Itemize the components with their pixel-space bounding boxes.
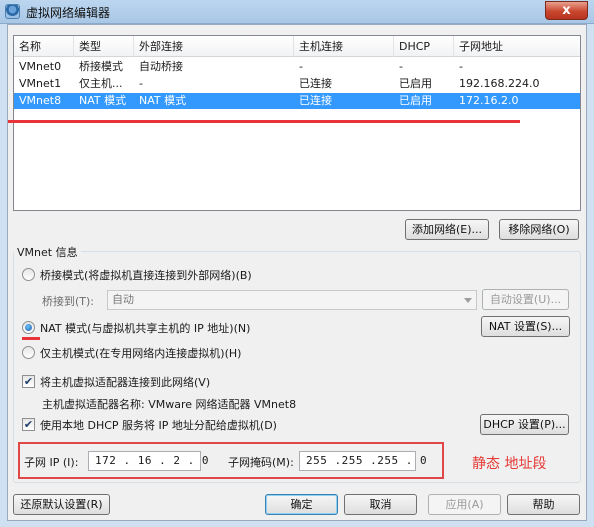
cell-host: 已连接 <box>299 77 332 90</box>
cell-subnet: 172.16.2.0 <box>459 94 519 107</box>
column-header[interactable]: 名称 <box>14 36 74 57</box>
apply-button[interactable]: 应用(A) <box>428 494 501 515</box>
network-row-vmnet8[interactable]: VMnet8 NAT 模式 NAT 模式 已连接 已启用 172.16.2.0 <box>14 93 580 109</box>
vmnet-info-title: VMnet 信息 <box>14 244 81 260</box>
cell-type: 桥接模式 <box>79 60 123 73</box>
cell-subnet: - <box>459 60 463 73</box>
bridge-mode-radio[interactable] <box>22 268 35 281</box>
list-header: 名称 类型 外部连接 主机连接 DHCP 子网地址 <box>14 36 580 57</box>
cell-external: NAT 模式 <box>139 94 187 107</box>
auto-settings-button[interactable]: 自动设置(U)... <box>482 289 569 310</box>
bridge-to-value: 自动 <box>112 293 134 306</box>
cell-subnet: 192.168.224.0 <box>459 77 540 90</box>
bridge-to-label: 桥接到(T): <box>42 295 95 308</box>
subnet-ip-label: 子网 IP (I): <box>24 456 79 469</box>
cell-name: VMnet0 <box>19 60 62 73</box>
adapter-name-text: 主机虚拟适配器名称: VMware 网络适配器 VMnet8 <box>42 398 297 411</box>
window-title: 虚拟网络编辑器 <box>26 6 111 20</box>
use-dhcp-checkbox[interactable]: ✔ <box>22 418 35 431</box>
network-editor-icon <box>5 4 20 19</box>
column-header[interactable]: DHCP <box>394 36 454 57</box>
help-button[interactable]: 帮助 <box>507 494 580 515</box>
cell-dhcp: 已启用 <box>399 94 432 107</box>
column-header[interactable]: 类型 <box>74 36 134 57</box>
bridge-mode-label[interactable]: 桥接模式(将虚拟机直接连接到外部网络)(B) <box>40 267 252 283</box>
annotation-underline-nat <box>22 337 40 340</box>
host-only-radio[interactable] <box>22 346 35 359</box>
cell-external: - <box>139 77 143 90</box>
remove-network-button[interactable]: 移除网络(O) <box>499 219 579 240</box>
nat-mode-radio[interactable] <box>22 321 35 334</box>
connect-adapter-label[interactable]: 将主机虚拟适配器连接到此网络(V) <box>40 374 210 390</box>
network-row-vmnet0[interactable]: VMnet0 桥接模式 自动桥接 - - - <box>14 59 580 75</box>
cell-type: 仅主机... <box>79 77 123 90</box>
column-header[interactable]: 子网地址 <box>454 36 580 57</box>
title-bar: 虚拟网络编辑器 x <box>0 0 594 24</box>
dhcp-settings-button[interactable]: DHCP 设置(P)... <box>480 414 569 435</box>
connect-adapter-checkbox[interactable]: ✔ <box>22 375 35 388</box>
close-button[interactable]: x <box>545 1 588 20</box>
annotation-static-range: 静态 地址段 <box>472 456 547 472</box>
host-only-label[interactable]: 仅主机模式(在专用网络内连接虚拟机)(H) <box>40 345 241 361</box>
subnet-mask-label: 子网掩码(M): <box>228 456 294 469</box>
annotation-underline-vmnet8 <box>8 120 520 123</box>
restore-defaults-button[interactable]: 还原默认设置(R) <box>13 494 110 515</box>
nat-settings-button[interactable]: NAT 设置(S)... <box>481 316 570 337</box>
column-header[interactable]: 主机连接 <box>294 36 394 57</box>
column-header[interactable]: 外部连接 <box>134 36 294 57</box>
subnet-ip-input[interactable]: 172 . 16 . 2 . 0 <box>88 451 208 471</box>
subnet-mask-input[interactable]: 255 .255 .255 . 0 <box>299 451 427 471</box>
chevron-down-icon <box>464 298 472 303</box>
bridge-to-select[interactable]: 自动 <box>107 290 477 310</box>
cell-name: VMnet8 <box>19 94 62 107</box>
network-list[interactable]: 名称 类型 外部连接 主机连接 DHCP 子网地址 VMnet0 桥接模式 自动… <box>13 35 581 211</box>
network-row-vmnet1[interactable]: VMnet1 仅主机... - 已连接 已启用 192.168.224.0 <box>14 76 580 92</box>
cell-dhcp: - <box>399 60 403 73</box>
dialog-body: 名称 类型 外部连接 主机连接 DHCP 子网地址 VMnet0 桥接模式 自动… <box>7 24 587 521</box>
use-dhcp-label[interactable]: 使用本地 DHCP 服务将 IP 地址分配给虚拟机(D) <box>40 417 277 433</box>
cell-type: NAT 模式 <box>79 94 127 107</box>
cell-name: VMnet1 <box>19 77 62 90</box>
cell-dhcp: 已启用 <box>399 77 432 90</box>
ok-button[interactable]: 确定 <box>265 494 338 515</box>
cell-host: 已连接 <box>299 94 332 107</box>
cancel-button[interactable]: 取消 <box>344 494 417 515</box>
add-network-button[interactable]: 添加网络(E)... <box>405 219 489 240</box>
cell-external: 自动桥接 <box>139 60 183 73</box>
nat-mode-label[interactable]: NAT 模式(与虚拟机共享主机的 IP 地址)(N) <box>40 320 250 336</box>
cell-host: - <box>299 60 303 73</box>
